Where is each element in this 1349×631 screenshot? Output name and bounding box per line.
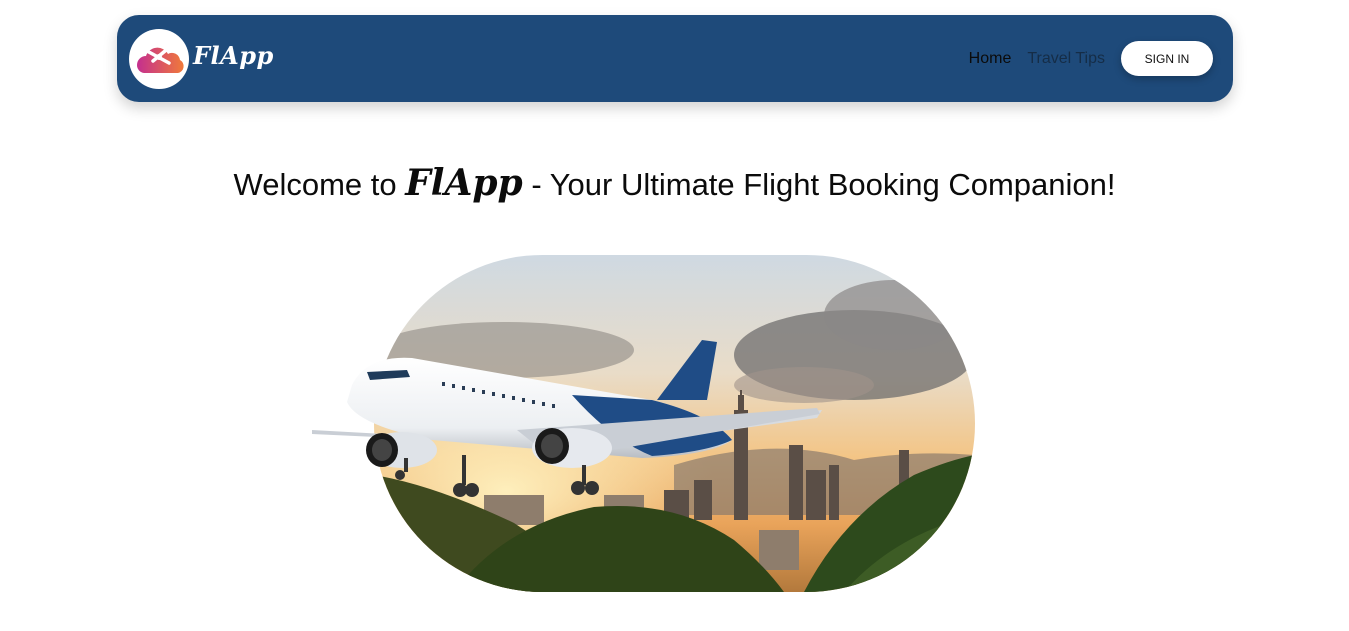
headline-prefix: Welcome to	[233, 167, 406, 202]
brand-name[interactable]: FlApp	[193, 41, 274, 70]
nav-travel-tips-link[interactable]: Travel Tips	[1027, 50, 1105, 68]
headline-suffix: - Your Ultimate Flight Booking Companion…	[522, 167, 1116, 202]
nav-links: Home Travel Tips SIGN IN	[969, 41, 1213, 76]
logo[interactable]	[129, 29, 189, 89]
page-title: Welcome to FlApp - Your Ultimate Flight …	[0, 162, 1349, 204]
airplane-icon	[312, 340, 822, 497]
nav-home-link[interactable]: Home	[969, 50, 1012, 68]
cloud-plane-icon	[136, 47, 184, 73]
navbar: FlApp Home Travel Tips SIGN IN	[117, 15, 1233, 102]
sign-in-button[interactable]: SIGN IN	[1121, 41, 1213, 76]
headline-brand: FlApp	[405, 162, 523, 204]
